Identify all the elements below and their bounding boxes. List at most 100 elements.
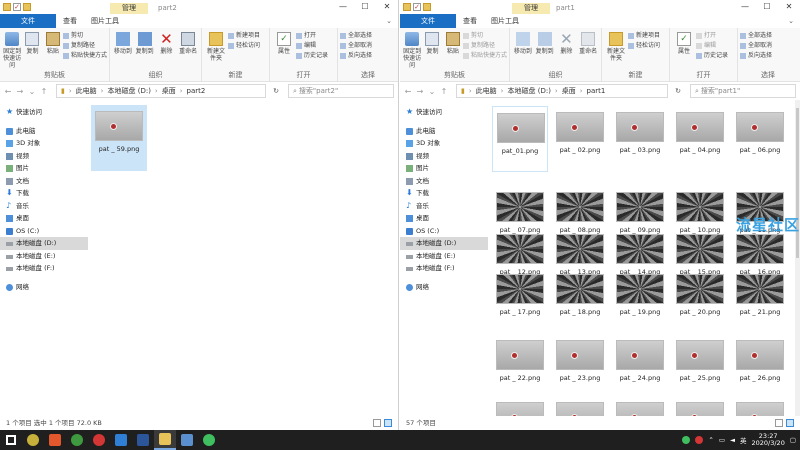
- taskbar-app[interactable]: [22, 430, 44, 450]
- cut-button[interactable]: 剪切: [62, 32, 107, 40]
- clock[interactable]: 23:27 2020/3/20: [752, 433, 785, 447]
- tab-picture-tools[interactable]: 图片工具: [484, 14, 526, 28]
- file-item[interactable]: pat _ 22.png: [492, 334, 548, 400]
- taskbar-app[interactable]: [66, 430, 88, 450]
- network-tray-icon[interactable]: ▭: [719, 436, 725, 444]
- new-item-button[interactable]: 新建项目: [228, 32, 260, 40]
- nav-item[interactable]: ★ 快速访问: [400, 106, 488, 119]
- file-item[interactable]: pat _ 23.png: [552, 334, 608, 400]
- nav-item[interactable]: 本地磁盘 (F:): [0, 262, 88, 275]
- maximize-button[interactable]: ☐: [354, 0, 376, 14]
- easy-access-button[interactable]: 轻松访问: [228, 42, 260, 50]
- nav-item[interactable]: OS (C:): [400, 225, 488, 238]
- file-item[interactable]: [672, 396, 728, 416]
- nav-item[interactable]: ★ 快速访问: [0, 106, 88, 119]
- taskbar-app[interactable]: [88, 430, 110, 450]
- title-bar[interactable]: ✓ 管理 part2 — ☐ ✕: [0, 0, 398, 14]
- select-none-button[interactable]: 全部取消: [340, 42, 372, 50]
- close-button[interactable]: ✕: [376, 0, 398, 14]
- file-item[interactable]: pat _ 19.png: [612, 268, 668, 334]
- nav-item[interactable]: ⬇ 下载: [400, 187, 488, 200]
- details-view-icon[interactable]: [775, 419, 783, 427]
- file-item[interactable]: pat _ 26.png: [732, 334, 788, 400]
- open-button[interactable]: 打开: [296, 32, 328, 40]
- file-item[interactable]: [552, 396, 608, 416]
- file-view[interactable]: pat_01.png pat _ 02.png pat _ 03.png pat _ …: [488, 100, 794, 416]
- breadcrumb-desktop[interactable]: 桌面: [562, 86, 576, 96]
- large-icons-view-icon[interactable]: [786, 419, 794, 427]
- history-button[interactable]: 历史记录: [296, 52, 328, 60]
- netease-tray-icon[interactable]: [695, 436, 704, 444]
- nav-item[interactable]: 网络: [0, 281, 88, 294]
- ime-icon[interactable]: 英: [740, 435, 747, 445]
- large-icons-view-icon[interactable]: [384, 419, 392, 427]
- new-item-button[interactable]: 新建项目: [628, 32, 660, 40]
- taskbar-app[interactable]: [154, 430, 176, 450]
- scrollbar-thumb[interactable]: [796, 108, 799, 258]
- tab-picture-tools[interactable]: 图片工具: [84, 14, 126, 28]
- select-all-button[interactable]: 全部选择: [340, 32, 372, 40]
- vertical-scrollbar[interactable]: [795, 100, 800, 416]
- select-all-button[interactable]: 全部选择: [740, 32, 772, 40]
- invert-selection-button[interactable]: 反向选择: [340, 52, 372, 60]
- file-item[interactable]: pat _ 20.png: [672, 268, 728, 334]
- taskbar-app[interactable]: [110, 430, 132, 450]
- file-view[interactable]: pat _ 59.png: [88, 100, 398, 416]
- nav-item[interactable]: 本地磁盘 (D:): [400, 237, 488, 250]
- file-item[interactable]: pat _ 06.png: [732, 106, 788, 172]
- edit-button[interactable]: 编辑: [296, 42, 328, 50]
- nav-item[interactable]: 3D 对象: [400, 137, 488, 150]
- file-item[interactable]: [732, 396, 788, 416]
- breadcrumb-this-pc[interactable]: 此电脑: [76, 86, 97, 96]
- breadcrumb-this-pc[interactable]: 此电脑: [476, 86, 497, 96]
- file-item[interactable]: [492, 396, 548, 416]
- nav-item[interactable]: 网络: [400, 281, 488, 294]
- file-item[interactable]: pat _ 02.png: [552, 106, 608, 172]
- select-none-button[interactable]: 全部取消: [740, 42, 772, 50]
- recent-dropdown-icon[interactable]: ⌄: [27, 87, 37, 96]
- nav-item[interactable]: 图片: [0, 162, 88, 175]
- nav-item[interactable]: 文档: [0, 175, 88, 188]
- chevron-up-icon[interactable]: ⌃: [708, 436, 713, 444]
- properties-quick-icon[interactable]: ✓: [413, 3, 421, 11]
- breadcrumb-desktop[interactable]: 桌面: [162, 86, 176, 96]
- nav-item[interactable]: OS (C:): [0, 225, 88, 238]
- refresh-icon[interactable]: ↻: [270, 84, 282, 98]
- file-item[interactable]: pat _ 03.png: [612, 106, 668, 172]
- close-button[interactable]: ✕: [778, 0, 800, 14]
- forward-icon[interactable]: →: [15, 87, 25, 96]
- recent-dropdown-icon[interactable]: ⌄: [427, 87, 437, 96]
- nav-item[interactable]: 此电脑: [0, 125, 88, 138]
- properties-quick-icon[interactable]: ✓: [13, 3, 21, 11]
- new-folder-quick-icon[interactable]: [23, 3, 31, 11]
- up-icon[interactable]: ↑: [439, 87, 449, 96]
- easy-access-button[interactable]: 轻松访问: [628, 42, 660, 50]
- file-item[interactable]: pat _ 25.png: [672, 334, 728, 400]
- nav-item[interactable]: 桌面: [400, 212, 488, 225]
- breadcrumb-current[interactable]: part1: [587, 87, 606, 95]
- nav-item[interactable]: 图片: [400, 162, 488, 175]
- nav-item[interactable]: 本地磁盘 (D:): [0, 237, 88, 250]
- file-item[interactable]: pat _ 24.png: [612, 334, 668, 400]
- search-box[interactable]: ⌕ 搜索"part1": [690, 84, 796, 98]
- address-bar[interactable]: ▮ › 此电脑 › 本地磁盘 (D:) › 桌面 › part1: [456, 84, 668, 98]
- nav-item[interactable]: 视频: [0, 150, 88, 163]
- ribbon-context-tab[interactable]: 管理: [110, 3, 148, 14]
- minimize-button[interactable]: —: [332, 0, 354, 14]
- taskbar-app[interactable]: [0, 430, 22, 450]
- file-item[interactable]: pat _ 18.png: [552, 268, 608, 334]
- breadcrumb-current[interactable]: part2: [187, 87, 206, 95]
- tab-view[interactable]: 查看: [56, 14, 84, 28]
- nav-item[interactable]: 视频: [400, 150, 488, 163]
- address-bar[interactable]: ▮ › 此电脑 › 本地磁盘 (D:) › 桌面 › part2: [56, 84, 266, 98]
- minimize-button[interactable]: —: [734, 0, 756, 14]
- open-button[interactable]: 打开: [696, 32, 728, 40]
- invert-selection-button[interactable]: 反向选择: [740, 52, 772, 60]
- taskbar-app[interactable]: [132, 430, 154, 450]
- copy-path-button[interactable]: 复制路径: [62, 42, 107, 50]
- nav-item[interactable]: 3D 对象: [0, 137, 88, 150]
- paste-shortcut-button[interactable]: 粘贴快捷方式: [62, 52, 107, 60]
- forward-icon[interactable]: →: [415, 87, 425, 96]
- file-item[interactable]: pat _ 04.png: [672, 106, 728, 172]
- history-button[interactable]: 历史记录: [696, 52, 728, 60]
